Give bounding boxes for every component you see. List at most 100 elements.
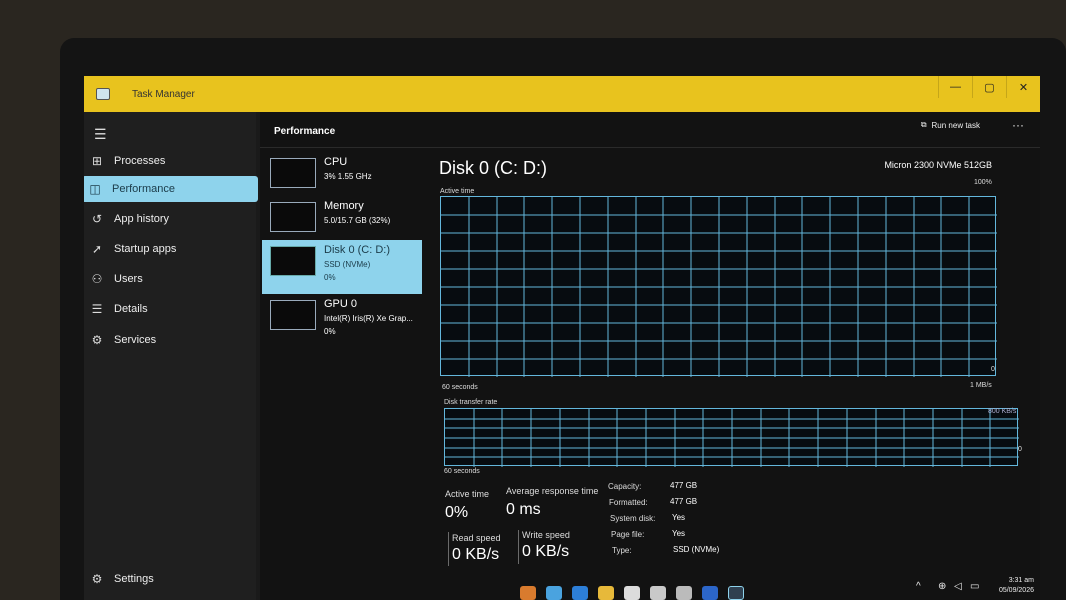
stat-divider xyxy=(448,532,449,566)
active-time-graph-label: Active time xyxy=(440,188,475,195)
edge-icon[interactable] xyxy=(572,586,588,600)
stat-read-label: Read speed xyxy=(452,533,501,543)
panel-header: Performance ⧉ Run new task ··· xyxy=(260,112,1040,148)
stat-active-time-label: Active time xyxy=(445,489,490,499)
info-system-disk-label: System disk: xyxy=(610,514,656,523)
details-icon: ☰ xyxy=(91,302,103,316)
transfer-max: 1 MB/s xyxy=(970,382,992,389)
stat-divider xyxy=(518,530,519,564)
services-icon: ⚙ xyxy=(91,333,103,347)
calculator-icon[interactable] xyxy=(624,586,640,600)
info-page-file-value: Yes xyxy=(672,529,686,538)
title-bar[interactable]: Task Manager — ▢ ✕ xyxy=(84,76,1040,112)
sidebar-item-app-history[interactable]: ↺ App history xyxy=(84,206,256,232)
gpu-thumbnail-graph xyxy=(270,300,316,330)
stat-read-value: 0 KB/s xyxy=(452,546,500,563)
store-icon[interactable] xyxy=(546,586,562,600)
network-icon[interactable]: ⊕ xyxy=(938,581,946,592)
volume-icon[interactable]: ◁ xyxy=(954,581,962,592)
sidebar-item-performance[interactable]: ◫ Performance xyxy=(84,176,258,202)
run-new-task-button[interactable]: ⧉ Run new task xyxy=(921,120,980,130)
sidebar-item-details[interactable]: ☰ Details xyxy=(84,296,256,322)
device-model: Micron 2300 NVMe 512GB xyxy=(884,160,992,170)
performance-icon: ◫ xyxy=(89,182,101,196)
sidebar-item-processes[interactable]: ⊞ Processes xyxy=(84,148,256,174)
sidebar-item-label: Details xyxy=(114,303,148,315)
sidebar-item-label: Services xyxy=(114,334,157,346)
info-formatted-label: Formatted: xyxy=(609,498,648,507)
clock-time: 3:31 am xyxy=(1008,577,1034,584)
close-button[interactable]: ✕ xyxy=(1006,76,1040,98)
device-name: Disk 0 (C: D:) xyxy=(324,244,390,256)
run-task-label: Run new task xyxy=(931,120,980,130)
device-sub: 3% 1.55 GHz xyxy=(324,172,372,181)
cpu-thumbnail-graph xyxy=(270,158,316,188)
info-system-disk-value: Yes xyxy=(672,513,686,522)
task-manager-taskbar-icon[interactable] xyxy=(728,586,744,600)
device-name: GPU 0 xyxy=(324,298,358,310)
task-manager-window: Task Manager — ▢ ✕ ☰ ⊞ Processes ◫ Perfo… xyxy=(84,76,1040,600)
system-clock[interactable]: 3:31 am 05/09/2026 xyxy=(999,576,1034,596)
active-time-span: 60 seconds xyxy=(442,384,478,391)
processes-icon: ⊞ xyxy=(91,154,103,168)
hamburger-menu-icon[interactable]: ☰ xyxy=(94,126,107,143)
minimize-button[interactable]: — xyxy=(938,76,972,98)
history-icon: ↺ xyxy=(91,212,103,226)
device-name: Memory xyxy=(324,200,364,212)
info-capacity-label: Capacity: xyxy=(608,482,642,491)
stat-write-label: Write speed xyxy=(522,530,570,540)
task-manager-icon xyxy=(96,88,110,100)
more-options-button[interactable]: ··· xyxy=(1012,118,1024,132)
sidebar-item-settings[interactable]: ⚙ Settings xyxy=(84,566,256,592)
device-item-gpu[interactable]: GPU 0 Intel(R) Iris(R) Xe Grap... 0% xyxy=(262,294,422,348)
device-item-disk[interactable]: Disk 0 (C: D:) SSD (NVMe) 0% xyxy=(262,240,422,294)
teams-icon[interactable] xyxy=(676,586,692,600)
run-task-icon: ⧉ xyxy=(920,120,927,129)
info-type-value: SSD (NVMe) xyxy=(673,545,720,554)
info-formatted-value: 477 GB xyxy=(670,497,698,506)
sidebar-item-label: App history xyxy=(114,213,170,225)
users-icon: ⚇ xyxy=(91,272,103,286)
performance-panel: Performance ⧉ Run new task ··· CPU 3% 1.… xyxy=(260,112,1040,600)
app-icon[interactable] xyxy=(650,586,666,600)
stat-active-time-value: 0% xyxy=(445,504,469,521)
sidebar-item-label: Startup apps xyxy=(114,243,177,255)
device-sub: 5.0/15.7 GB (32%) xyxy=(324,216,391,225)
transfer-graph-label: Disk transfer rate xyxy=(444,399,498,406)
device-value: 0% xyxy=(324,327,336,336)
startup-icon: ➚ xyxy=(91,242,103,256)
disk-thumbnail-graph xyxy=(270,246,316,276)
active-time-grid xyxy=(441,197,997,377)
chevron-up-icon[interactable]: ^ xyxy=(916,581,921,592)
chrome-icon[interactable] xyxy=(520,586,536,600)
sidebar: ☰ ⊞ Processes ◫ Performance ↺ App histor… xyxy=(84,112,258,600)
info-type-label: Type: xyxy=(612,546,632,555)
sidebar-item-services[interactable]: ⚙ Services xyxy=(84,327,256,353)
stat-response-label: Average response time xyxy=(506,486,599,496)
battery-icon[interactable]: ▭ xyxy=(970,581,979,592)
sidebar-item-users[interactable]: ⚇ Users xyxy=(84,266,256,292)
transfer-rate-grid xyxy=(445,409,1019,467)
device-sub: SSD (NVMe) xyxy=(324,260,371,269)
file-explorer-icon[interactable] xyxy=(598,586,614,600)
memory-thumbnail-graph xyxy=(270,202,316,232)
transfer-mark: 800 KB/s xyxy=(988,408,1017,415)
taskbar: ^ ⊕ ◁ ▭ 3:31 am 05/09/2026 xyxy=(320,572,1040,600)
maximize-button[interactable]: ▢ xyxy=(972,76,1006,98)
window-title: Task Manager xyxy=(132,88,195,100)
device-sub: Intel(R) Iris(R) Xe Grap... xyxy=(324,314,413,323)
shield-icon[interactable] xyxy=(702,586,718,600)
device-detail-title: Disk 0 (C: D:) xyxy=(439,158,547,178)
transfer-rate-graph xyxy=(444,408,1019,467)
info-capacity-value: 477 GB xyxy=(670,481,698,490)
sidebar-item-label: Performance xyxy=(112,183,175,195)
settings-gear-icon: ⚙ xyxy=(91,572,103,586)
sidebar-item-startup-apps[interactable]: ➚ Startup apps xyxy=(84,236,256,262)
page-title: Performance xyxy=(274,126,336,137)
sidebar-item-label: Processes xyxy=(114,155,166,167)
sidebar-item-label: Settings xyxy=(114,573,154,585)
transfer-min: 0 xyxy=(1018,446,1022,453)
device-value: 0% xyxy=(324,273,336,282)
device-name: CPU xyxy=(324,156,348,168)
stat-write-value: 0 KB/s xyxy=(522,543,570,560)
